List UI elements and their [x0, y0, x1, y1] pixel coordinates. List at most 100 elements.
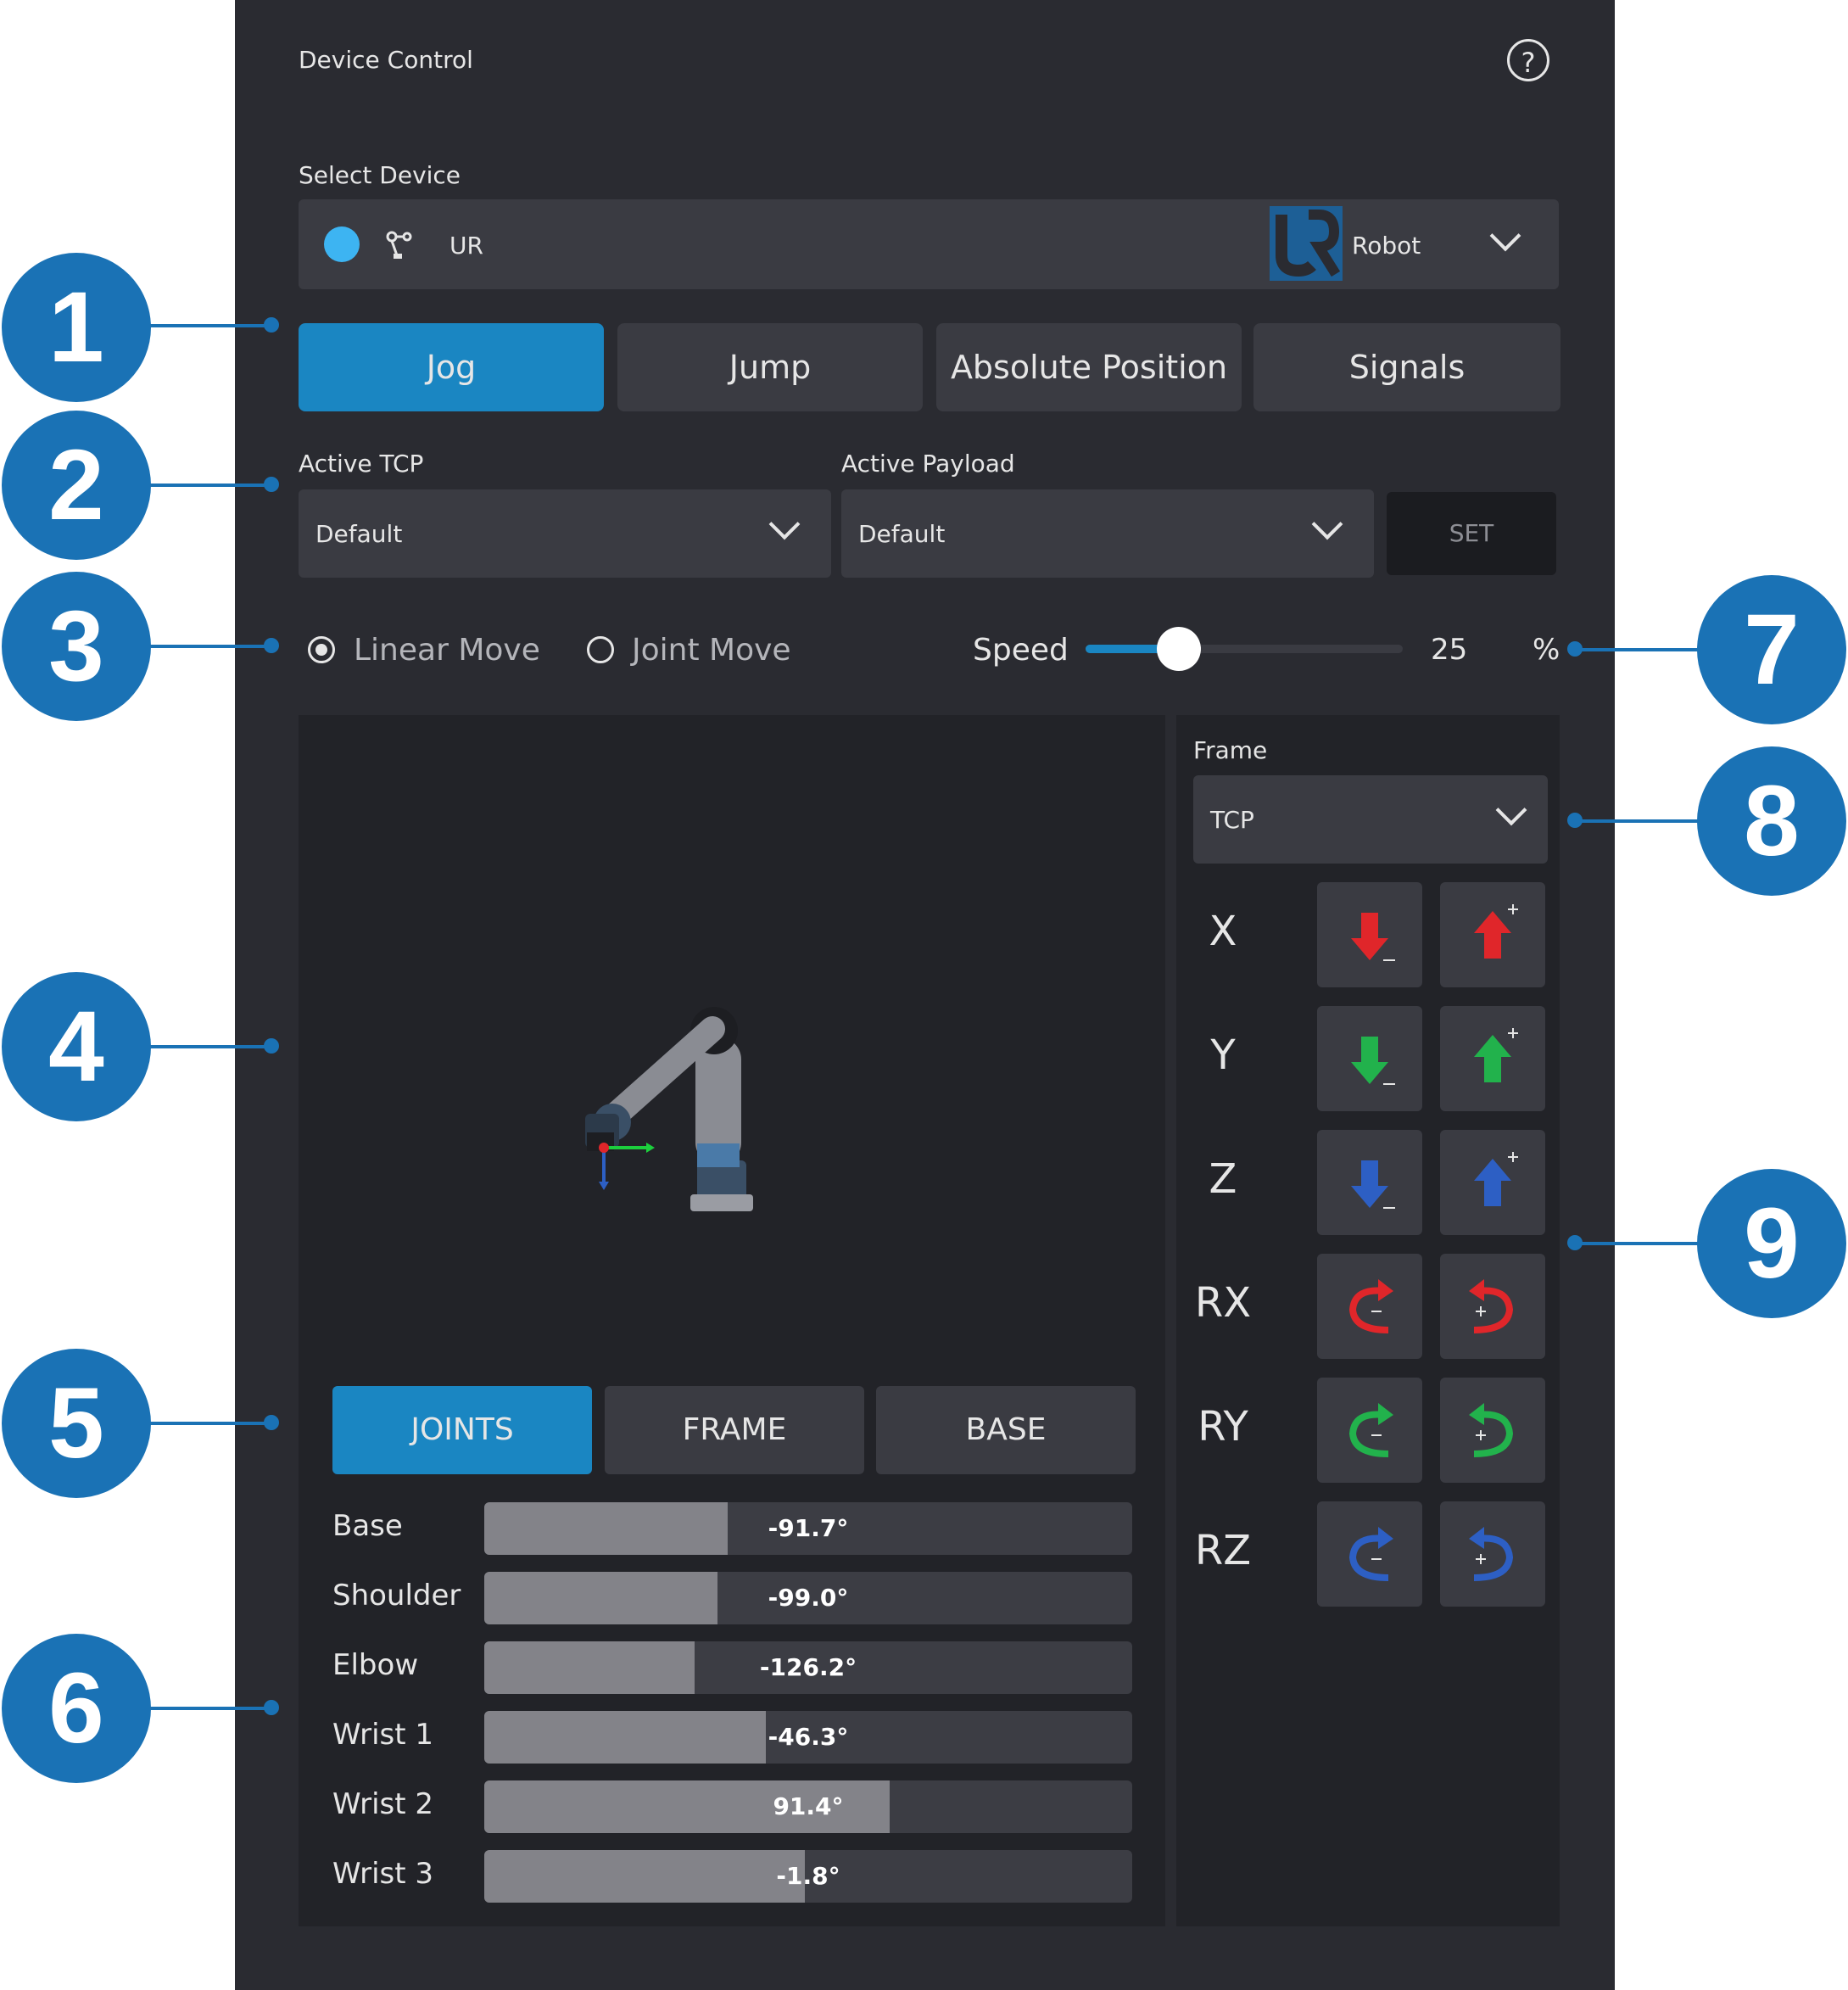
joint-value-bar[interactable]: -46.3°: [484, 1711, 1132, 1764]
active-payload-label: Active Payload: [841, 450, 1015, 478]
axis-label: RX: [1194, 1279, 1252, 1327]
chevron-down-icon: [1495, 794, 1527, 826]
joint-move-label: Joint Move: [632, 633, 791, 668]
callout-7: 7: [1697, 575, 1846, 724]
axis-label: Z: [1209, 1155, 1237, 1203]
robot-model-icon: [561, 978, 799, 1236]
jog-rx-minus-button[interactable]: [1317, 1254, 1422, 1359]
callout-line: [149, 484, 268, 487]
jog-y-minus-button[interactable]: [1317, 1006, 1422, 1111]
robot-3d-viewer[interactable]: JOINTS FRAME BASE Base -91.7° Shoulder -99.…: [299, 715, 1165, 1926]
joint-value: -126.2°: [759, 1653, 857, 1681]
jog-ry-plus-button[interactable]: [1440, 1378, 1545, 1483]
axis-label: RZ: [1194, 1527, 1252, 1574]
linear-move-radio[interactable]: [308, 636, 335, 663]
set-button[interactable]: SET: [1387, 492, 1556, 575]
tab-jump[interactable]: Jump: [617, 323, 923, 411]
callout-line: [1577, 648, 1698, 651]
callout-5: 5: [2, 1349, 151, 1498]
speed-value: 25: [1431, 633, 1468, 667]
frame-select[interactable]: TCP: [1193, 775, 1548, 864]
tab-joints[interactable]: JOINTS: [332, 1386, 592, 1474]
tab-absolute-position[interactable]: Absolute Position: [936, 323, 1242, 411]
jog-x-minus-button[interactable]: [1317, 882, 1422, 987]
status-indicator: [324, 226, 360, 262]
axis-label: Y: [1210, 1031, 1236, 1079]
device-control-panel: Device Control ? Select Device UR Robot …: [235, 0, 1615, 1990]
speed-slider-handle[interactable]: [1156, 627, 1201, 671]
joint-value-bar[interactable]: -99.0°: [484, 1572, 1132, 1624]
callout-line: [149, 1045, 268, 1048]
frame-label: Frame: [1193, 736, 1268, 764]
tab-base[interactable]: BASE: [876, 1386, 1136, 1474]
callout-line: [149, 645, 268, 648]
jog-ry-minus-button[interactable]: [1317, 1378, 1422, 1483]
joint-value-bar[interactable]: -1.8°: [484, 1850, 1132, 1903]
callout-line: [149, 1707, 268, 1710]
callout-line: [149, 324, 268, 327]
joint-value: -46.3°: [768, 1723, 849, 1751]
jog-rz-plus-button[interactable]: [1440, 1501, 1545, 1607]
callout-dot: [264, 1038, 279, 1054]
callout-dot: [264, 477, 279, 492]
help-icon[interactable]: ?: [1507, 39, 1549, 81]
joint-value-bar[interactable]: 91.4°: [484, 1780, 1132, 1833]
active-tcp-label: Active TCP: [299, 450, 424, 478]
callout-9: 9: [1697, 1169, 1846, 1318]
jog-x-plus-button[interactable]: [1440, 882, 1545, 987]
joint-label: Base: [332, 1509, 403, 1543]
callout-dot: [1567, 813, 1583, 828]
joint-label: Wrist 3: [332, 1857, 433, 1891]
panel-title: Device Control: [299, 46, 473, 74]
jog-rz-minus-button[interactable]: [1317, 1501, 1422, 1607]
callout-dot: [1567, 1235, 1583, 1250]
robot-arm-icon: [383, 228, 417, 266]
joint-value: -99.0°: [768, 1584, 849, 1612]
tcp-select[interactable]: Default: [299, 489, 831, 578]
joint-label: Wrist 2: [332, 1787, 433, 1821]
linear-move-label: Linear Move: [354, 633, 540, 668]
joint-move-radio[interactable]: [587, 636, 614, 663]
jog-z-minus-button[interactable]: [1317, 1130, 1422, 1235]
ur-logo-icon: [1270, 206, 1343, 284]
callout-3: 3: [2, 572, 151, 721]
device-select[interactable]: UR Robot: [299, 199, 1559, 289]
joint-value: -1.8°: [776, 1862, 840, 1890]
callout-line: [149, 1422, 268, 1425]
device-name: UR: [449, 232, 483, 260]
jog-rx-plus-button[interactable]: [1440, 1254, 1545, 1359]
select-device-label: Select Device: [299, 161, 461, 189]
speed-label: Speed: [973, 633, 1069, 668]
callout-dot: [264, 317, 279, 333]
callout-6: 6: [2, 1634, 151, 1783]
jog-y-plus-button[interactable]: [1440, 1006, 1545, 1111]
joint-label: Shoulder: [332, 1579, 461, 1613]
joint-value: -91.7°: [768, 1514, 849, 1542]
tab-signals[interactable]: Signals: [1253, 323, 1560, 411]
speed-slider[interactable]: [1086, 627, 1403, 671]
payload-value: Default: [858, 520, 946, 548]
chevron-down-icon: [1311, 508, 1343, 540]
joint-value-bar[interactable]: -126.2°: [484, 1641, 1132, 1694]
joint-label: Elbow: [332, 1648, 419, 1682]
callout-1: 1: [2, 253, 151, 402]
callout-dot: [1567, 641, 1583, 657]
joint-value: 91.4°: [773, 1792, 844, 1820]
callout-dot: [264, 638, 279, 653]
callout-dot: [264, 1415, 279, 1430]
speed-unit: %: [1533, 633, 1560, 667]
tab-frame[interactable]: FRAME: [605, 1386, 864, 1474]
chevron-down-icon: [768, 508, 801, 540]
axis-label: X: [1209, 908, 1237, 955]
payload-select[interactable]: Default: [841, 489, 1374, 578]
device-type: Robot: [1352, 232, 1421, 260]
callout-8: 8: [1697, 746, 1846, 896]
callout-4: 4: [2, 972, 151, 1121]
chevron-down-icon: [1489, 220, 1521, 252]
joint-value-bar[interactable]: -91.7°: [484, 1502, 1132, 1555]
axis-label: RY: [1198, 1403, 1248, 1451]
callout-line: [1577, 1242, 1698, 1245]
frame-value: TCP: [1210, 806, 1254, 834]
jog-z-plus-button[interactable]: [1440, 1130, 1545, 1235]
tab-jog[interactable]: Jog: [299, 323, 604, 411]
